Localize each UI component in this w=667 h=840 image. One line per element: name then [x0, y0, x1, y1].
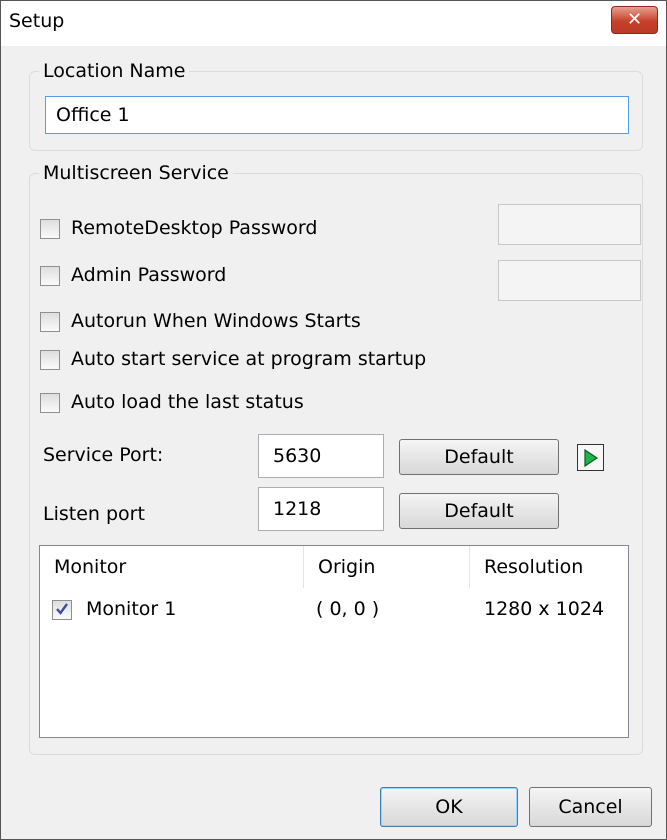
- monitor-name: Monitor 1: [86, 598, 177, 620]
- column-origin[interactable]: Origin: [304, 546, 470, 588]
- auto-start-service-checkbox[interactable]: [40, 350, 60, 370]
- window-title: Setup: [9, 10, 65, 32]
- play-arrow-icon: [584, 449, 598, 467]
- listen-port-input[interactable]: 1218: [258, 487, 384, 531]
- remote-desktop-password-checkbox[interactable]: [40, 219, 60, 239]
- column-resolution[interactable]: Resolution: [470, 546, 628, 588]
- title-bar: Setup ✕: [1, 1, 666, 46]
- admin-password-field[interactable]: [498, 260, 641, 301]
- ok-button[interactable]: OK: [380, 787, 518, 827]
- multiscreen-service-label: Multiscreen Service: [39, 162, 233, 184]
- service-port-default-button[interactable]: Default: [399, 439, 559, 475]
- service-port-label: Service Port:: [43, 444, 164, 466]
- admin-password-label: Admin Password: [71, 264, 227, 286]
- location-name-input[interactable]: Office 1: [45, 96, 629, 134]
- auto-load-status-checkbox[interactable]: [40, 393, 60, 413]
- setup-dialog: Setup ✕ Location Name Office 1 Multiscre…: [0, 0, 667, 840]
- service-port-input[interactable]: 5630: [258, 434, 384, 478]
- location-name-label: Location Name: [39, 60, 190, 82]
- autorun-label: Autorun When Windows Starts: [71, 310, 361, 332]
- close-icon: ✕: [626, 9, 643, 30]
- monitor-list[interactable]: Monitor Origin Resolution Monitor 1 ( 0,…: [39, 545, 629, 738]
- auto-load-status-label: Auto load the last status: [71, 391, 304, 413]
- checkmark-icon: [56, 603, 68, 615]
- play-arrow-button[interactable]: [577, 444, 604, 471]
- column-monitor[interactable]: Monitor: [40, 546, 304, 588]
- cancel-button[interactable]: Cancel: [529, 787, 652, 827]
- remote-desktop-password-field[interactable]: [498, 204, 641, 245]
- close-button[interactable]: ✕: [611, 6, 658, 34]
- listen-port-default-button[interactable]: Default: [399, 493, 559, 529]
- autorun-checkbox[interactable]: [40, 312, 60, 332]
- auto-start-service-label: Auto start service at program startup: [71, 348, 427, 370]
- monitor-resolution: 1280 x 1024: [484, 598, 605, 620]
- monitor-origin: ( 0, 0 ): [316, 598, 380, 620]
- monitor-list-header: Monitor Origin Resolution: [40, 546, 628, 588]
- monitor-1-checkbox[interactable]: [52, 600, 72, 620]
- table-row[interactable]: Monitor 1 ( 0, 0 ) 1280 x 1024: [40, 594, 628, 628]
- admin-password-checkbox[interactable]: [40, 266, 60, 286]
- listen-port-label: Listen port: [43, 503, 145, 525]
- remote-desktop-password-label: RemoteDesktop Password: [71, 217, 318, 239]
